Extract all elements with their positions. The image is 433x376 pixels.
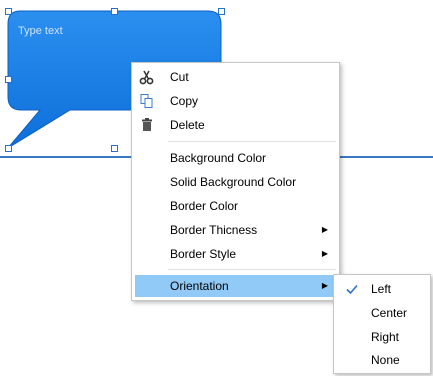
orientation-right[interactable]: Right (336, 325, 428, 349)
menu-item-border-thickness[interactable]: Border Thicness ▶ (135, 219, 336, 241)
check-icon (346, 284, 358, 295)
menu-separator (168, 141, 336, 142)
orientation-submenu: Left Center Right None (333, 274, 431, 374)
menu-item-cut[interactable]: Cut (135, 66, 336, 88)
submenu-item-label: None (371, 353, 400, 367)
context-menu: Cut Copy Delete Background Color Solid B… (131, 62, 340, 301)
menu-item-orientation[interactable]: Orientation ▶ (135, 275, 336, 297)
trash-icon (142, 118, 152, 131)
menu-item-solid-background-color[interactable]: Solid Background Color (135, 171, 336, 193)
resize-handle-top-right[interactable] (218, 8, 225, 15)
copy-icon (140, 94, 153, 108)
scissors-icon (139, 70, 154, 85)
resize-handle-top-left[interactable] (5, 8, 12, 15)
submenu-item-label: Center (371, 306, 408, 320)
menu-item-background-color[interactable]: Background Color (135, 147, 336, 169)
bubble-placeholder[interactable]: Type text (18, 25, 63, 37)
menu-item-label: Delete (170, 118, 205, 132)
menu-item-copy[interactable]: Copy (135, 90, 336, 112)
resize-handle-bottom-left[interactable] (5, 145, 12, 152)
orientation-left[interactable]: Left (336, 277, 428, 301)
submenu-arrow-icon: ▶ (321, 225, 328, 234)
submenu-item-label: Left (371, 282, 392, 296)
resize-handle-top[interactable] (111, 8, 118, 15)
submenu-arrow-icon: ▶ (321, 249, 328, 258)
menu-item-label: Border Thicness (170, 223, 258, 237)
submenu-item-label: Right (371, 330, 400, 344)
menu-separator (168, 269, 336, 270)
menu-item-label: Solid Background Color (170, 175, 297, 189)
menu-item-label: Background Color (170, 151, 267, 165)
menu-item-label: Border Style (170, 247, 237, 261)
menu-item-delete[interactable]: Delete (135, 114, 336, 136)
menu-item-label: Cut (170, 70, 189, 84)
menu-item-border-color[interactable]: Border Color (135, 195, 336, 217)
menu-item-label: Border Color (170, 199, 239, 213)
menu-item-label: Copy (170, 94, 199, 108)
menu-item-border-style[interactable]: Border Style ▶ (135, 243, 336, 265)
orientation-none[interactable]: None (336, 348, 428, 372)
menu-item-label: Orientation (170, 279, 229, 293)
resize-handle-left[interactable] (5, 76, 12, 83)
resize-handle-bottom[interactable] (111, 145, 118, 152)
orientation-center[interactable]: Center (336, 301, 428, 325)
submenu-arrow-icon: ▶ (321, 281, 328, 290)
